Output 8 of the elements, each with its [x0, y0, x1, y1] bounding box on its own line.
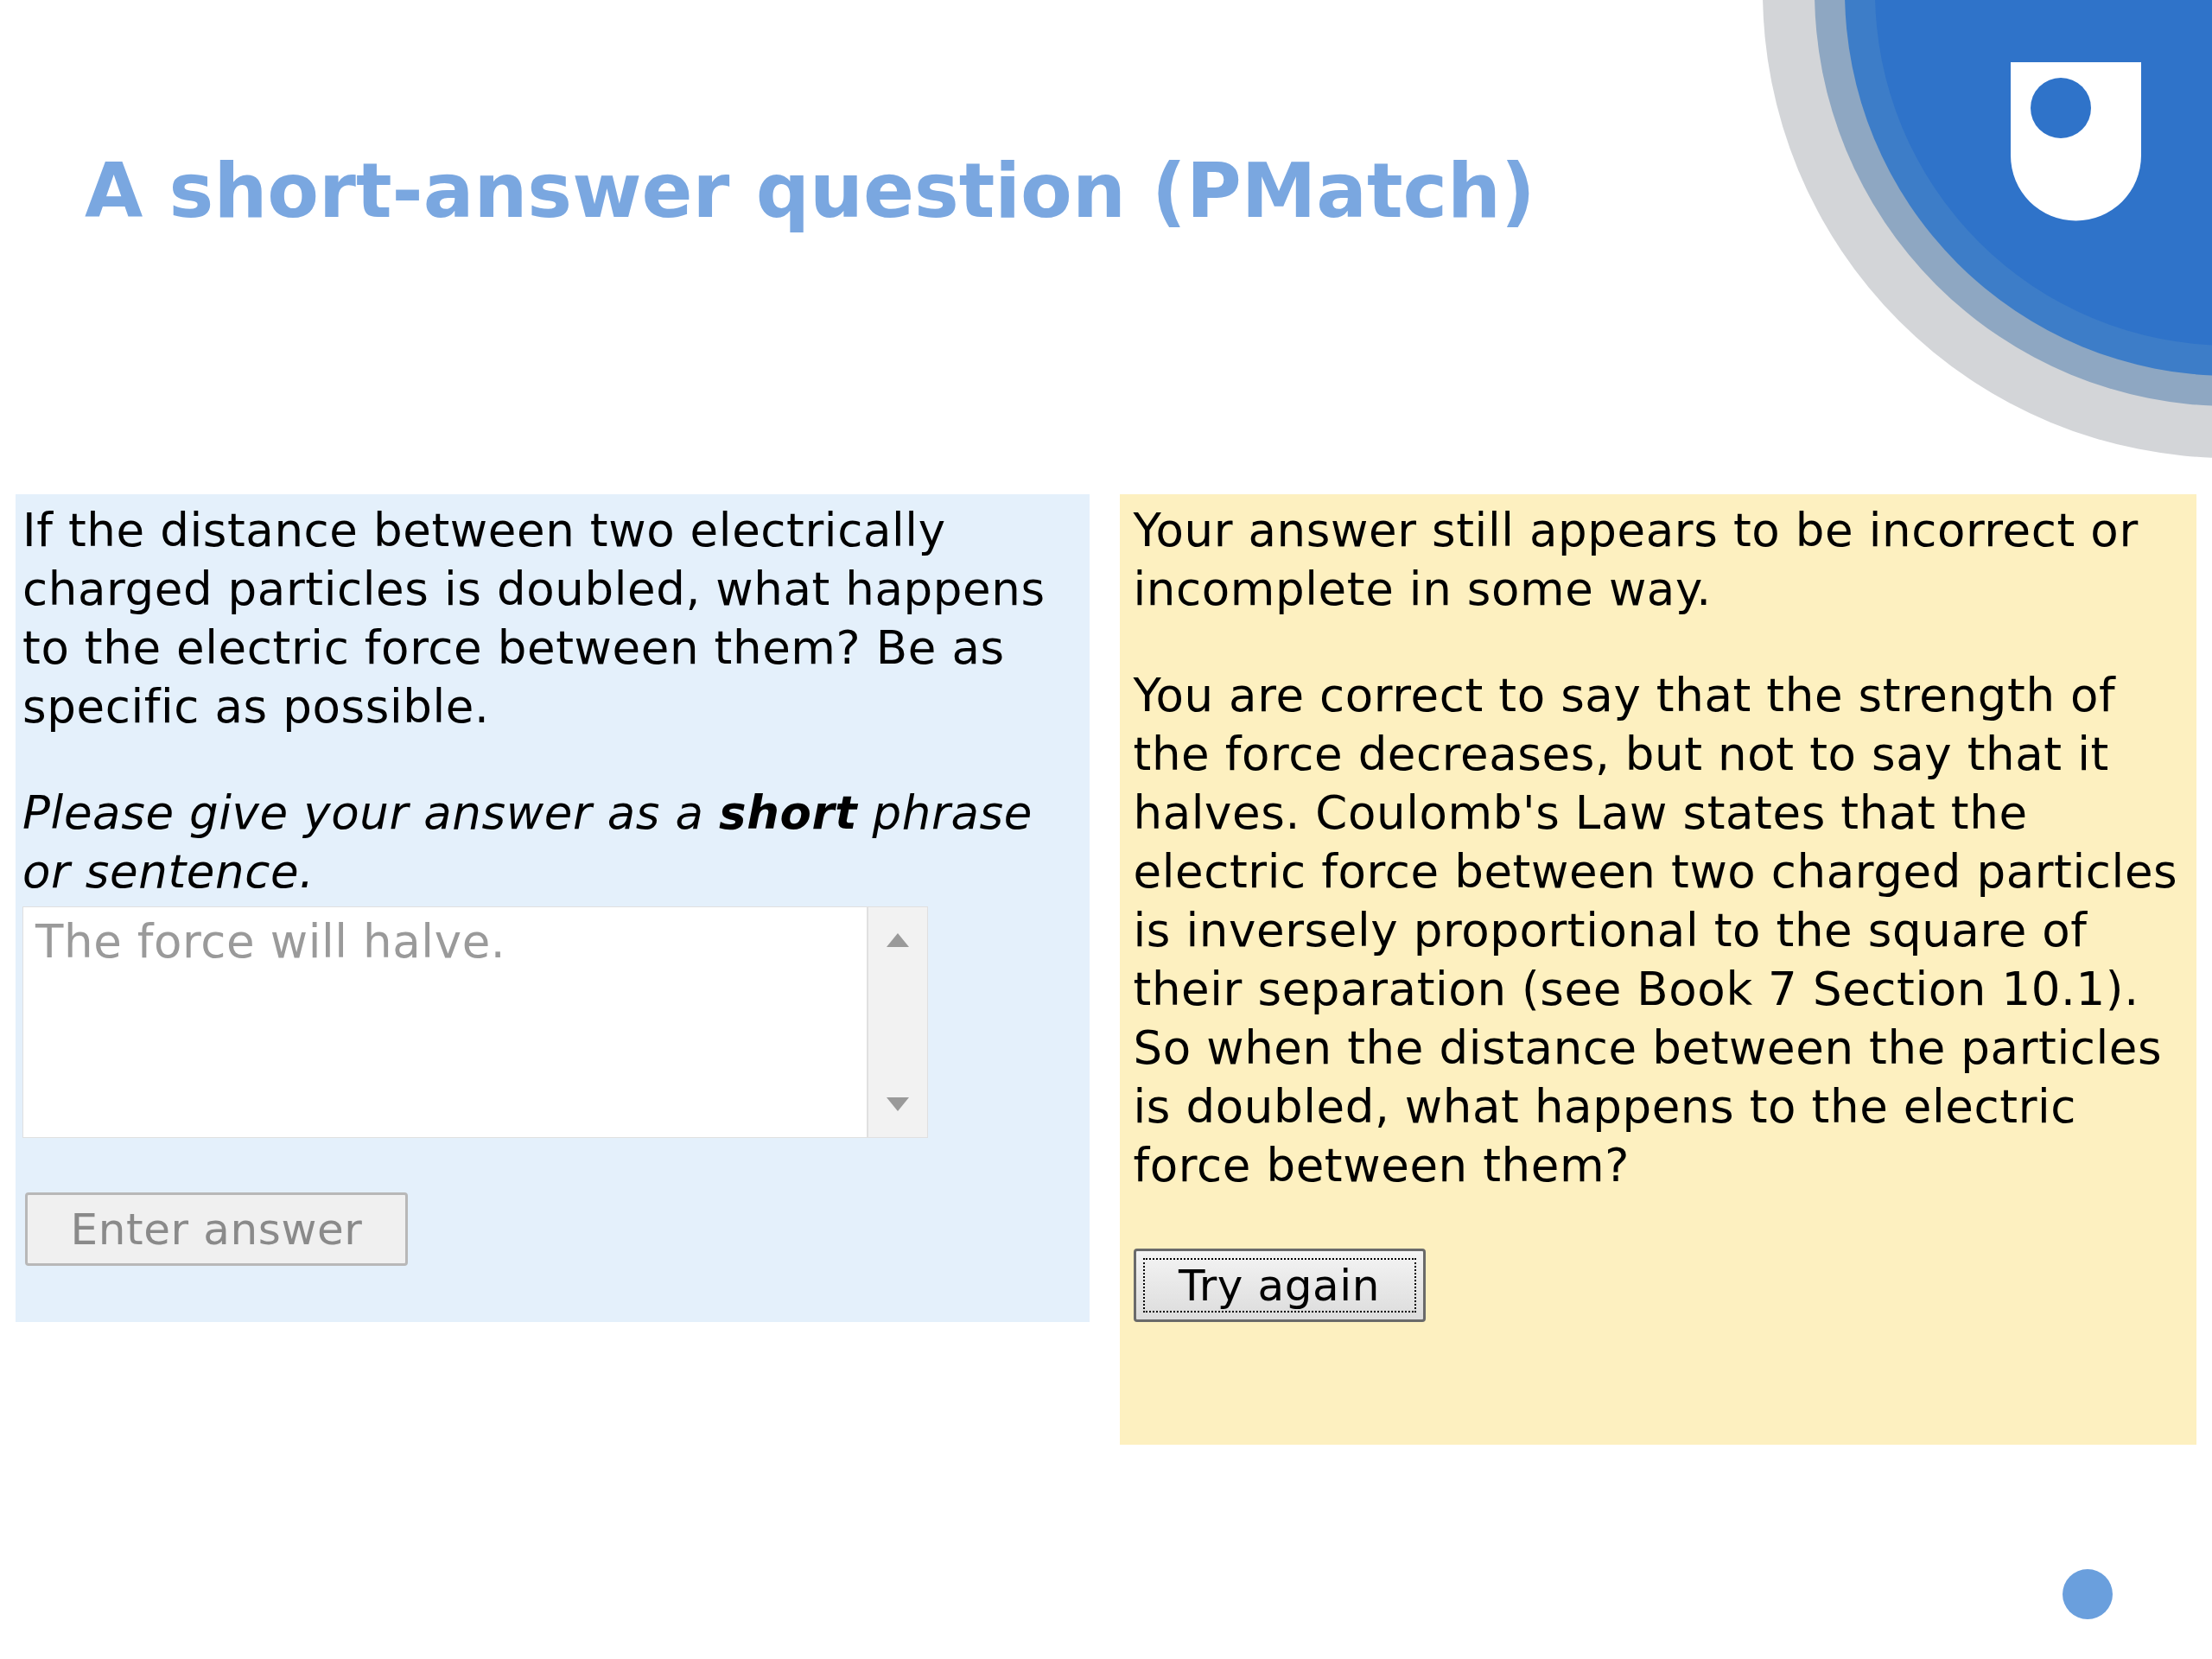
- feedback-text: Your answer still appears to be incorrect or incomplete in some way.: [1133, 503, 2139, 617]
- try-again-button[interactable]: Try again: [1133, 1249, 1426, 1322]
- scroll-up-icon[interactable]: [887, 933, 909, 947]
- question-text: If the distance between two electrically charged particles is doubled, what happens to the electric force between them? Be as specific as possible.: [22, 503, 1046, 734]
- feedback-text: You are correct to say that the strength of the force decreases, but not to say that it halves. Coulomb's Law states that the electric force between two charged particles is inversely proportional to the square of their separation (see Book 7 Section 10.1). So when the distance between the particles is doubled, what happens to the electric force between them?: [1133, 668, 2179, 1193]
- scrollbar[interactable]: [868, 906, 928, 1138]
- scroll-down-icon[interactable]: [887, 1097, 909, 1111]
- instruction-text: Please give your answer as a short phrase or sentence.: [22, 785, 1033, 899]
